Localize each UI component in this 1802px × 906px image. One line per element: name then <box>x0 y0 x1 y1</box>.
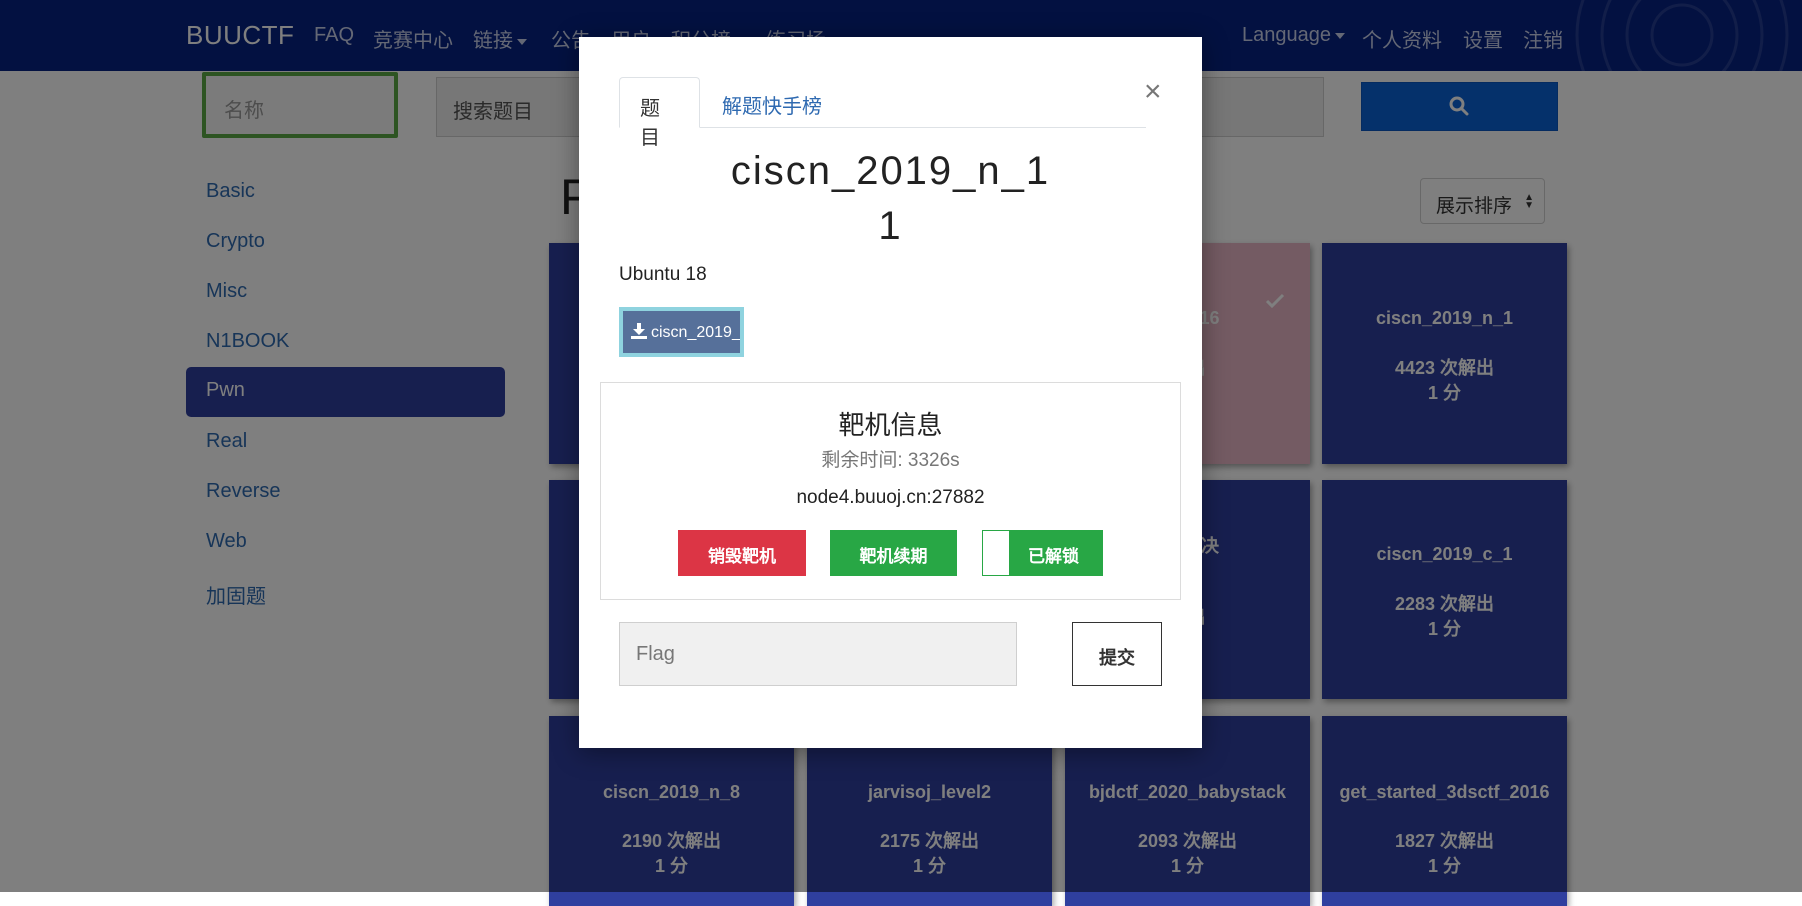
renew-target-button[interactable]: 靶机续期 <box>830 530 957 576</box>
challenge-modal: 题目 解题快手榜 × ciscn_2019_n_1 1 Ubuntu 18 ci… <box>579 37 1202 748</box>
target-host: node4.buuoj.cn:27882 <box>796 487 985 508</box>
flag-input[interactable]: Flag <box>619 622 1017 686</box>
challenge-points: 1 <box>878 204 903 248</box>
download-icon <box>631 323 647 339</box>
unlocked-toggle[interactable]: 已解锁 <box>982 530 1103 576</box>
target-remaining-time: 剩余时间: 3326s <box>821 450 960 471</box>
target-info-panel: 靶机信息 剩余时间: 3326s node4.buuoj.cn:27882 销毁… <box>600 382 1181 600</box>
download-label: ciscn_2019_... <box>651 324 744 341</box>
destroy-target-button[interactable]: 销毁靶机 <box>678 530 806 576</box>
target-info-title: 靶机信息 <box>838 410 943 440</box>
close-icon[interactable]: × <box>1144 77 1162 107</box>
toggle-knob <box>983 531 1009 575</box>
challenge-description: Ubuntu 18 <box>619 264 707 285</box>
submit-button[interactable]: 提交 <box>1072 622 1162 686</box>
unlocked-label: 已解锁 <box>1028 547 1079 566</box>
tab-fastest-solves[interactable]: 解题快手榜 <box>722 90 822 119</box>
download-button[interactable]: ciscn_2019_... <box>619 307 744 357</box>
challenge-title: ciscn_2019_n_1 <box>730 149 1051 193</box>
tab-challenge[interactable]: 题目 <box>619 77 700 149</box>
